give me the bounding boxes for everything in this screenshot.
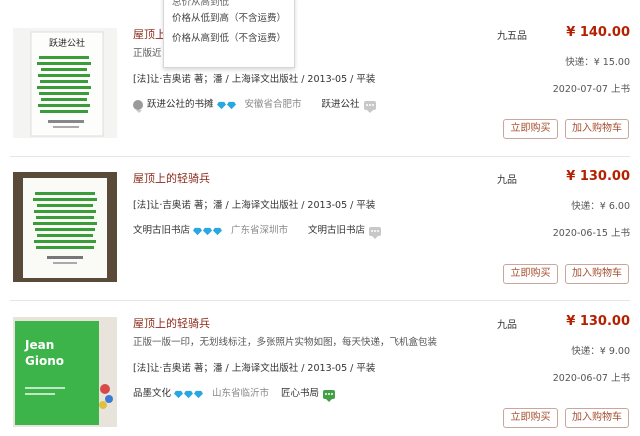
seller-nickname[interactable]: 文明古旧书店 (308, 223, 365, 239)
shipping-fee: 快递：¥ 15.00 (565, 57, 630, 68)
cover-stamp-text: 跃进公社 (49, 37, 85, 49)
sort-option-price-asc[interactable]: 价格从低到高（不含运费） (164, 9, 294, 29)
sort-option-total-desc[interactable]: 总价从高到低 (164, 0, 294, 9)
chat-icon[interactable] (363, 100, 376, 113)
divider (10, 300, 630, 301)
chat-icon[interactable] (323, 389, 336, 402)
shop-location: 广东省深圳市 (231, 225, 289, 236)
listing-meta: [法]让·吉奥诺 著；潘 / 上海译文出版社 / 2013-05 / 平装 (133, 200, 376, 211)
condition-label: 九品 (497, 175, 517, 186)
diamond-icon (213, 227, 223, 235)
listing-title[interactable]: 屋顶上的轻骑兵 (133, 316, 483, 332)
seller-nickname[interactable]: 跃进公社 (322, 97, 360, 113)
diamond-icon (174, 390, 184, 398)
shop-row: 跃进公社的书摊 安徽省合肥市 跃进公社 (133, 97, 483, 113)
shop-name[interactable]: 品墨文化 (133, 386, 171, 402)
listing-meta: [法]让·吉奥诺 著；潘 / 上海译文出版社 / 2013-05 / 平装 (133, 363, 376, 374)
shop-name[interactable]: 文明古旧书店 (133, 223, 190, 239)
listing-date: 2020-06-07 上书 (552, 373, 630, 384)
condition-label: 九品 (497, 320, 517, 331)
add-to-cart-button[interactable]: 加入购物车 (565, 264, 629, 284)
shipping-fee: 快递：¥ 9.00 (571, 346, 630, 357)
svg-text:Giono: Giono (25, 354, 64, 368)
price: ¥ 130.00 (566, 169, 630, 184)
shop-row: 文明古旧书店 广东省深圳市 文明古旧书店 (133, 223, 483, 239)
shop-name[interactable]: 跃进公社的书摊 (147, 97, 214, 113)
diamond-icon (193, 227, 203, 235)
sort-option-price-desc[interactable]: 价格从高到低（不含运费） (164, 29, 294, 49)
listing-date: 2020-06-15 上书 (552, 228, 630, 239)
buy-now-button[interactable]: 立即购买 (503, 264, 558, 284)
sort-dropdown-menu: 总价从高到低 价格从低到高（不含运费） 价格从高到低（不含运费） (163, 0, 295, 68)
shop-rating (193, 227, 223, 236)
listing-subtitle: 正版一版一印，无划线标注，多张照片实物如图，每天快递，飞机盒包装 (133, 337, 438, 348)
price: ¥ 130.00 (566, 314, 630, 329)
listing-meta: [法]让·吉奥诺 著；潘 / 上海译文出版社 / 2013-05 / 平装 (133, 74, 376, 85)
chat-icon[interactable] (369, 226, 382, 239)
book-cover-image[interactable]: 跃进公社 (13, 28, 117, 138)
shop-rating (174, 390, 204, 399)
shop-rating (216, 101, 236, 110)
price: ¥ 140.00 (566, 25, 630, 40)
listing-title[interactable]: 屋顶上的轻骑兵 (133, 171, 483, 187)
shop-row: 品墨文化 山东省临沂市 匠心书局 (133, 386, 483, 402)
diamond-icon (203, 227, 213, 235)
divider (10, 156, 630, 157)
book-cover-image[interactable] (13, 172, 117, 282)
shop-icon (133, 100, 143, 113)
shop-location: 山东省临沂市 (212, 388, 270, 399)
diamond-icon (184, 390, 194, 398)
shipping-fee: 快递：¥ 6.00 (571, 201, 630, 212)
diamond-icon (216, 101, 226, 109)
book-cover-image[interactable]: Jean Giono (13, 317, 117, 427)
cover-author-text: Jean (24, 338, 54, 352)
seller-nickname[interactable]: 匠心书局 (281, 386, 319, 402)
add-to-cart-button[interactable]: 加入购物车 (565, 119, 629, 139)
diamond-icon (226, 101, 236, 109)
condition-label: 九五品 (497, 31, 527, 42)
buy-now-button[interactable]: 立即购买 (503, 408, 558, 428)
diamond-icon (194, 390, 204, 398)
listing-date: 2020-07-07 上书 (552, 84, 630, 95)
add-to-cart-button[interactable]: 加入购物车 (565, 408, 629, 428)
buy-now-button[interactable]: 立即购买 (503, 119, 558, 139)
shop-location: 安徽省合肥市 (244, 99, 302, 110)
